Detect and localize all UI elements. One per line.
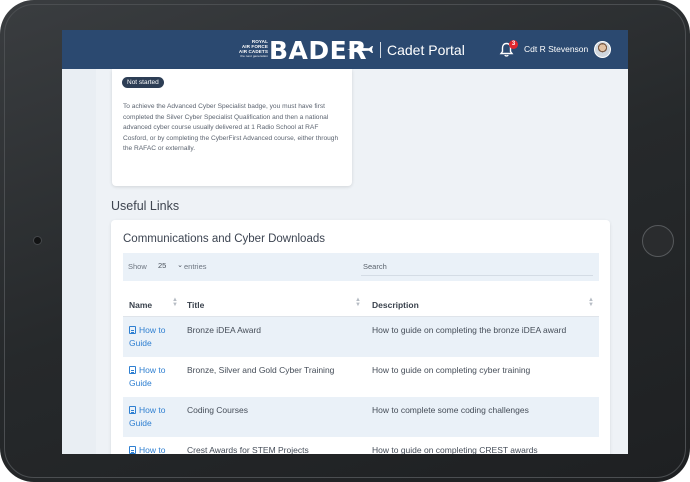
- download-link[interactable]: How to Guide: [129, 444, 179, 454]
- search-label: Search: [363, 262, 387, 271]
- entries-select[interactable]: 25 ⌄: [155, 259, 185, 273]
- chevron-down-icon: ⌄: [177, 262, 183, 269]
- column-header-description[interactable]: Description: [372, 300, 419, 310]
- row-description: How to complete some coding challenges: [372, 405, 529, 415]
- download-link[interactable]: How to Guide: [129, 364, 179, 390]
- download-link[interactable]: How to Guide: [129, 404, 179, 430]
- row-title: Crest Awards for STEM Projects: [187, 445, 309, 454]
- badge-card: Not started To achieve the Advanced Cybe…: [112, 69, 352, 186]
- entries-select-value: 25: [158, 261, 167, 270]
- avatar[interactable]: [594, 41, 611, 58]
- download-link[interactable]: How to Guide: [129, 324, 179, 350]
- notification-count-badge: 3: [509, 40, 518, 49]
- tablet-frame: ROYAL AIR FORCE AIR CADETS the next gene…: [0, 0, 690, 482]
- table-row: How to Guide Bronze, Silver and Gold Cyb…: [123, 357, 599, 397]
- card-title: Communications and Cyber Downloads: [123, 233, 325, 245]
- table-row: How to Guide Crest Awards for STEM Proje…: [123, 437, 599, 454]
- row-title: Coding Courses: [187, 405, 248, 415]
- sort-icon[interactable]: ▲ ▼: [172, 297, 178, 308]
- user-name[interactable]: Cdt R Stevenson: [524, 44, 588, 54]
- badge-description: To achieve the Advanced Cyber Specialist…: [123, 103, 339, 152]
- sidebar-gutter: [62, 69, 96, 454]
- camera-icon: [33, 236, 42, 245]
- show-label: Show: [128, 262, 147, 271]
- row-description: How to guide on completing the bronze iD…: [372, 325, 567, 335]
- brand-divider: [380, 42, 381, 58]
- entries-label: entries: [184, 262, 207, 271]
- home-button[interactable]: [642, 225, 674, 257]
- document-icon: [129, 366, 136, 374]
- portal-title: Cadet Portal: [387, 42, 465, 58]
- column-header-title[interactable]: Title: [187, 300, 204, 310]
- screen: ROYAL AIR FORCE AIR CADETS the next gene…: [62, 30, 628, 454]
- top-navbar: ROYAL AIR FORCE AIR CADETS the next gene…: [62, 30, 628, 69]
- search-input[interactable]: [361, 259, 593, 276]
- section-title: Useful Links: [111, 199, 180, 213]
- jet-icon: [347, 43, 373, 56]
- sort-icon[interactable]: ▲ ▼: [355, 297, 361, 308]
- table-controls: Show 25 ⌄ entries Search: [123, 253, 599, 281]
- document-icon: [129, 406, 136, 414]
- row-title: Bronze, Silver and Gold Cyber Training: [187, 365, 335, 375]
- row-description: How to guide on completing CREST awards: [372, 445, 538, 454]
- downloads-card: Communications and Cyber Downloads Show …: [111, 220, 610, 454]
- status-badge: Not started: [122, 77, 164, 88]
- document-icon: [129, 446, 136, 454]
- downloads-table: Name ▲ ▼ Title ▲ ▼ Description ▲ ▼ How to G…: [123, 291, 599, 454]
- row-title: Bronze iDEA Award: [187, 325, 262, 335]
- raf-air-cadets-logo[interactable]: ROYAL AIR FORCE AIR CADETS the next gene…: [232, 39, 268, 61]
- table-header: Name ▲ ▼ Title ▲ ▼ Description ▲ ▼: [123, 291, 599, 317]
- column-header-name[interactable]: Name: [129, 300, 152, 310]
- table-row: How to Guide Coding Courses How to compl…: [123, 397, 599, 437]
- row-description: How to guide on completing cyber trainin…: [372, 365, 531, 375]
- document-icon: [129, 326, 136, 334]
- sort-icon[interactable]: ▲ ▼: [588, 297, 594, 308]
- table-row: How to Guide Bronze iDEA Award How to gu…: [123, 317, 599, 357]
